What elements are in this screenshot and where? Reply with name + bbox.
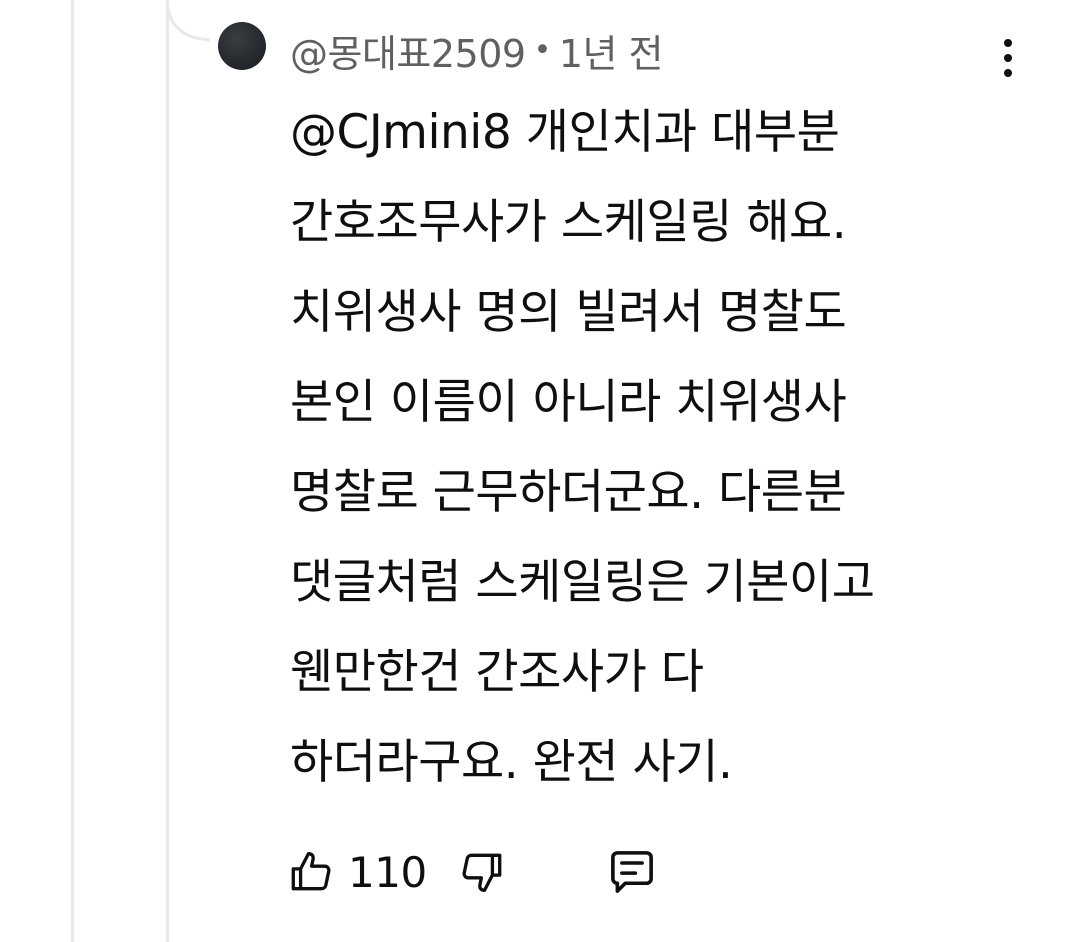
- thumbs-down-icon: [462, 853, 502, 892]
- like-count: 110: [348, 847, 427, 897]
- comment-actions: 110: [286, 842, 659, 902]
- comment-text: @CJmini8 개인치과 대부분 간호조무사가 스케일링 해요. 치위생사 명…: [290, 98, 1010, 818]
- author-name[interactable]: @몽대표2509: [290, 23, 526, 78]
- comment-meta: @몽대표2509 • 1년 전: [290, 24, 663, 76]
- reply-button[interactable]: [605, 845, 659, 899]
- comment-text-line: 간호조무사가 스케일링 해요.: [290, 195, 847, 250]
- more-vertical-icon-dot: [1004, 54, 1012, 62]
- more-options-button[interactable]: [984, 30, 1032, 86]
- comment-text-line: 하더라구요. 완전 사기.: [290, 735, 733, 790]
- more-vertical-icon: [1004, 39, 1012, 47]
- comment-text-line: @CJmini8 개인치과 대부분: [290, 105, 840, 160]
- meta-separator: •: [533, 32, 552, 68]
- comment-text-line: 웬만한건 간조사가 다: [290, 645, 704, 700]
- comment-text-line: 댓글처럼 스케일링은 기본이고: [290, 555, 875, 610]
- avatar[interactable]: [218, 22, 266, 70]
- reply-comment: @몽대표2509 • 1년 전 @CJmini8 개인치과 대부분 간호조무사가…: [0, 0, 1080, 942]
- dislike-button[interactable]: [457, 847, 507, 897]
- comment-text-line: 본인 이름이 아니라 치위생사: [290, 375, 847, 430]
- like-button[interactable]: [286, 847, 336, 897]
- comment-reply-icon: [610, 851, 653, 893]
- comment-text-line: 명찰로 근무하더군요. 다른분: [290, 465, 847, 520]
- more-vertical-icon-dot: [1004, 69, 1012, 77]
- thumbs-up-icon: [291, 852, 331, 891]
- comment-text-line: 치위생사 명의 빌려서 명찰도: [290, 285, 847, 340]
- comment-time[interactable]: 1년 전: [559, 23, 664, 78]
